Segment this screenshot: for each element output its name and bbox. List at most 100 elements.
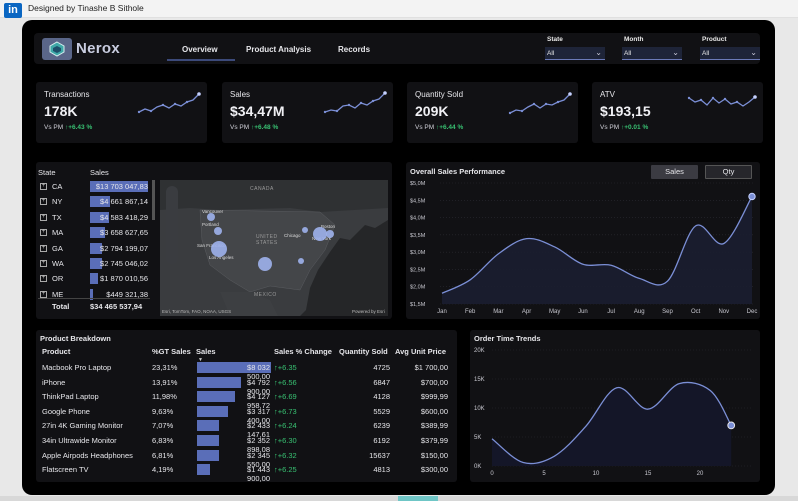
sales-change: ↑+6.73 (274, 406, 297, 416)
expand-icon[interactable]: + (40, 183, 47, 190)
expand-icon[interactable]: + (40, 290, 47, 298)
active-tab-indicator (167, 59, 235, 61)
kpi-title: Sales (230, 90, 251, 99)
state-row[interactable]: + WA $2 745 046,02 (38, 258, 150, 270)
x-tick-label: 20 (697, 471, 704, 477)
map-toolbar[interactable] (166, 186, 178, 264)
x-tick-label: Feb (465, 309, 476, 315)
kpi-vs-pm: Vs PM ↑+6.48 % (230, 124, 278, 131)
nerox-logo-icon (42, 38, 72, 60)
map-bubble[interactable] (258, 257, 272, 271)
kpi-card-sales: Sales $34,47M Vs PM ↑+6.48 % (222, 82, 393, 143)
product-row[interactable]: Macbook Pro Laptop 23,31% $8 032 500,00 ↑+6… (42, 361, 448, 381)
kpi-vs-pm: Vs PM ↑+6.43 % (44, 124, 92, 131)
page-tab-active[interactable] (398, 496, 438, 501)
sales-column-header[interactable]: Sales (90, 168, 109, 177)
chevron-down-icon: ⌄ (595, 48, 602, 57)
map-bubble[interactable] (207, 213, 215, 221)
x-tick-label: Mar (493, 309, 503, 315)
product-row[interactable]: Apple Airpods Headphones 6,81% $2 345 550,… (42, 449, 448, 469)
map-bubble[interactable] (313, 227, 327, 241)
order-trends-chart[interactable]: 0K 5K 10K 15K 20K 0 5 10 15 20 (470, 340, 760, 482)
gt-sales: 23,31% (152, 363, 178, 372)
map-bubble[interactable] (298, 258, 304, 264)
product-row[interactable]: 27in 4K Gaming Monitor 7,07% $2 433 147,61… (42, 419, 448, 439)
state-row[interactable]: + MA $3 658 627,65 (38, 227, 150, 239)
product-name: Macbook Pro Laptop (42, 363, 112, 372)
expand-icon[interactable]: + (40, 213, 47, 221)
expand-icon[interactable]: + (40, 260, 47, 267)
map-bubble[interactable] (302, 227, 308, 233)
gt-sales: 6,83% (152, 436, 174, 445)
x-tick-label: Apr (522, 309, 531, 315)
sales-performance-chart[interactable]: $1,5M $2,0M $2,5M $3,0M $3,5M $4,0M $4,5M $5,0M… (406, 176, 760, 319)
state-total-value: $34 465 537,94 (90, 302, 143, 311)
product-row[interactable]: iPhone 13,91% $4 792 900,00 ↑+6.56 6847 $700,… (42, 376, 448, 396)
expand-icon[interactable]: + (40, 198, 47, 206)
filter-state-label: State (547, 36, 563, 43)
quantity-sold: 15637 (369, 450, 390, 460)
state-row[interactable]: + OR $1 870 010,56 (38, 273, 150, 285)
y-tick-label: $4,0M (410, 216, 426, 222)
y-tick-label: $4,5M (410, 198, 426, 204)
product-name: ThinkPad Laptop (42, 392, 99, 402)
scrollbar[interactable] (152, 180, 155, 220)
state-row[interactable]: + CA $13 703 047,83 (38, 181, 150, 193)
col-gt-sales[interactable]: %GT Sales (152, 347, 191, 356)
sales-change: ↑+6.32 (274, 450, 297, 460)
kpi-title: Quantity Sold (415, 90, 464, 99)
col-product[interactable]: Product (42, 347, 70, 356)
state-row[interactable]: + NY $4 661 867,14 (38, 196, 150, 208)
sales-bar (197, 405, 228, 417)
expand-icon[interactable]: + (40, 244, 47, 252)
y-tick-label: $3,0M (410, 250, 426, 256)
kpi-change-pct: % (86, 124, 93, 131)
kpi-change: +6.48 (254, 124, 271, 131)
tab-product-analysis[interactable]: Product Analysis (246, 45, 311, 54)
product-row[interactable]: Google Phone 9,63% $3 317 400,00 ↑+6.73 5529… (42, 405, 448, 425)
data-point (727, 421, 736, 430)
page-tabs-strip (0, 496, 798, 501)
x-tick-label: 15 (645, 471, 652, 477)
expand-icon[interactable]: + (40, 275, 47, 283)
data-point (748, 192, 756, 201)
kpi-vs-label: Vs PM (415, 124, 435, 131)
state-total-label: Total (52, 302, 70, 311)
linkedin-icon[interactable]: in (4, 3, 22, 18)
avg-unit-price: $999,99 (420, 392, 448, 402)
map-bubble[interactable] (211, 241, 227, 257)
filter-state-select[interactable]: All ⌄ (545, 47, 605, 60)
state-column-header[interactable]: State (38, 168, 56, 177)
filter-month-select[interactable]: All ⌄ (622, 47, 682, 60)
col-avg-unit-price[interactable]: Avg Unit Price (395, 347, 446, 356)
sales-change: ↑+6.69 (274, 392, 297, 402)
product-row[interactable]: ThinkPad Laptop 11,98% $4 127 958,72 ↑+6.69… (42, 390, 448, 410)
kpi-vs-pm: Vs PM ↑+0.01 % (600, 124, 648, 131)
brand-name: Nerox (76, 40, 121, 57)
kpi-card-quantity-sold: Quantity Sold 209K Vs PM ↑+6.44 % (407, 82, 578, 143)
map-bubble[interactable] (214, 227, 222, 235)
product-row[interactable]: 34in Ultrawide Monitor 6,83% $2 352 898,08… (42, 434, 448, 454)
tab-overview[interactable]: Overview (182, 45, 218, 54)
state-row[interactable]: + GA $2 794 199,07 (38, 242, 150, 255)
map-powered-by: Powered by Esri (352, 309, 385, 314)
state-sales-value: $4 661 867,14 (100, 197, 148, 207)
state-sales-value: $3 658 627,65 (100, 228, 148, 238)
col-quantity-sold[interactable]: Quantity Sold (339, 347, 388, 356)
map-bubble[interactable] (326, 230, 334, 238)
col-sales-change[interactable]: Sales % Change (274, 347, 332, 356)
filter-month-value: All (624, 50, 632, 57)
sales-change: ↑+6.25 (274, 465, 297, 475)
state-row[interactable]: + TX $4 583 418,29 (38, 211, 150, 224)
col-sales[interactable]: Sales (196, 347, 216, 356)
x-tick-label: Sep (662, 309, 673, 315)
gt-sales: 9,63% (152, 406, 174, 416)
product-row[interactable]: Flatscreen TV 4,19% $1 443 900,00 ↑+6.25 481… (42, 463, 448, 483)
x-tick-label: 0 (490, 471, 494, 477)
expand-icon[interactable]: + (40, 229, 47, 237)
filter-product-label: Product (702, 36, 727, 43)
tab-records[interactable]: Records (338, 45, 370, 54)
state-sales-value: $2 745 046,02 (100, 259, 148, 268)
sales-change: ↑+6.30 (274, 436, 297, 445)
filter-product-select[interactable]: All ⌄ (700, 47, 760, 60)
